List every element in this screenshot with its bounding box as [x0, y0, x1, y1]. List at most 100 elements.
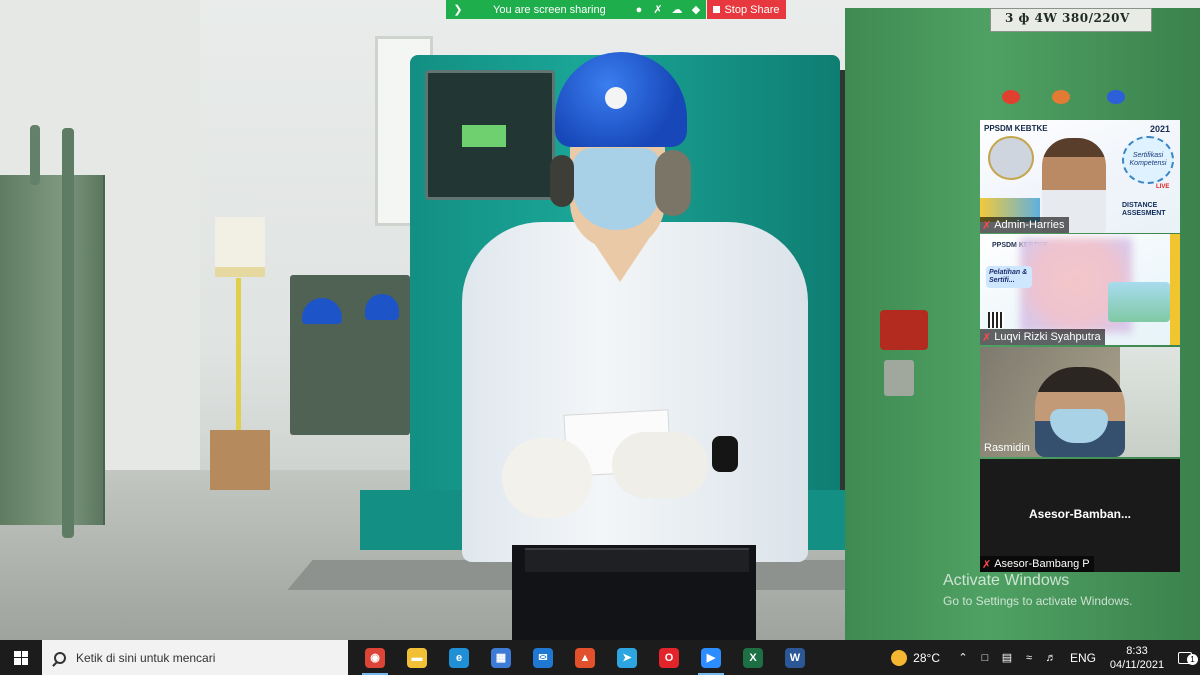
opera-icon: O — [659, 647, 679, 668]
participant-tile-admin-harries[interactable]: PPSDM KEBTKE 2021 Sertifikasi Kompetensi… — [980, 120, 1180, 233]
work-glove — [612, 432, 708, 498]
taskbar-app-excel[interactable]: X — [732, 640, 774, 675]
helmet-logo — [605, 87, 627, 109]
slide-year: 2021 — [1150, 124, 1171, 134]
taskbar-app-word[interactable]: W — [774, 640, 816, 675]
taskbar-app-opera[interactable]: O — [648, 640, 690, 675]
indicator-lamp — [1052, 90, 1070, 104]
file-explorer-icon: ▬ — [407, 647, 427, 668]
taskbar-app-file-explorer[interactable]: ▬ — [396, 640, 438, 675]
indicator-lamp — [1107, 90, 1125, 104]
excel-icon: X — [743, 647, 763, 668]
edge-icon: e — [449, 647, 469, 668]
participant-tile-rasmidin[interactable]: Rasmidin — [980, 347, 1180, 457]
system-tray: 28°C ⌃ □ ▤ ≈ ♬ ENG 8:33 04/11/2021 1 — [891, 640, 1200, 675]
participant-tile-asesor-bambang[interactable]: Asesor-Bamban... ✗ Asesor-Bambang P — [980, 459, 1180, 572]
taskbar: Ketik di sini untuk mencari ◉ ▬ e ▦ ✉ ▲ ➤ O ▶ X W … — [0, 640, 1200, 675]
ear-protector — [550, 155, 574, 207]
chrome-icon: ◉ — [365, 647, 385, 668]
search-icon — [54, 651, 66, 664]
clock[interactable]: 8:33 04/11/2021 — [1104, 644, 1170, 672]
cabinet-switch — [884, 360, 914, 396]
stored-helmet — [365, 294, 399, 320]
taskbar-apps: ◉ ▬ e ▦ ✉ ▲ ➤ O ▶ X W — [354, 640, 816, 675]
screen-sharing-label: You are screen sharing — [493, 3, 606, 16]
word-icon: W — [785, 647, 805, 668]
slide-caption: DISTANCE ASSESMENT — [1122, 202, 1166, 217]
taskbar-app-zoom[interactable]: ▶ — [690, 640, 732, 675]
pipe — [62, 128, 74, 538]
taskbar-app-chrome[interactable]: ◉ — [354, 640, 396, 675]
qr-code — [988, 312, 1004, 328]
activate-windows-title: Activate Windows — [943, 572, 1070, 589]
participant-name: Rasmidin — [984, 442, 1030, 454]
slide-title: Pelatihan & Sertifi... — [986, 266, 1032, 288]
volume-icon[interactable]: ♬ — [1040, 652, 1062, 664]
network-icon[interactable]: ▤ — [996, 651, 1018, 664]
share-tools: ● ✗ ☁ ◆ — [631, 0, 704, 19]
participant-name: Admin-Harries — [994, 219, 1065, 231]
participant-name-bar: ✗ Luqvi Rizki Syahputra — [980, 329, 1105, 345]
video-camera-icon[interactable]: □ — [974, 652, 996, 664]
search-placeholder: Ketik di sini untuk mencari — [76, 650, 216, 665]
stop-share-label: Stop Share — [724, 3, 780, 16]
pipe-cabinet — [0, 175, 105, 525]
control-display — [462, 125, 506, 147]
ear-protector — [655, 150, 691, 216]
live-badge: LIVE — [1156, 184, 1170, 190]
telegram-icon: ➤ — [617, 647, 637, 668]
background-window — [1120, 347, 1180, 457]
clock-date: 04/11/2021 — [1109, 658, 1165, 671]
face-mask — [572, 148, 662, 230]
mail-icon: ✉ — [533, 647, 553, 668]
microphone-icon[interactable]: ● — [631, 0, 647, 19]
language-indicator[interactable]: ENG — [1070, 651, 1096, 665]
mute-icon[interactable]: ✗ — [650, 0, 666, 19]
muted-mic-icon: ✗ — [982, 331, 992, 344]
drag-handle-icon[interactable]: ❯ — [450, 0, 466, 19]
taskbar-search-box[interactable]: Ketik di sini untuk mencari — [42, 640, 348, 675]
screen-sharing-bar[interactable]: ❯ You are screen sharing ● ✗ ☁ ◆ — [446, 0, 706, 19]
clock-time: 8:33 — [1126, 644, 1148, 657]
belt — [525, 548, 749, 572]
stop-share-button[interactable]: Stop Share — [707, 0, 786, 19]
work-glove — [502, 438, 592, 518]
taskbar-app-telegram[interactable]: ➤ — [606, 640, 648, 675]
participant-name: Luqvi Rizki Syahputra — [994, 331, 1101, 343]
pdf-reader-icon: ▲ — [575, 647, 595, 668]
stop-icon — [713, 6, 721, 13]
chevron-up-icon[interactable]: ⌃ — [952, 651, 974, 664]
indicator-lamp — [1002, 90, 1020, 104]
start-button[interactable] — [0, 640, 42, 675]
shield-icon[interactable]: ◆ — [688, 0, 704, 19]
windows-icon — [14, 650, 28, 665]
pole — [236, 278, 241, 438]
notification-count: 1 — [1187, 653, 1198, 665]
person-shirt — [462, 222, 808, 562]
muted-mic-icon: ✗ — [982, 558, 992, 571]
participant-tile-luqvi[interactable]: PPSDM KEBTKE Pelatihan & Sertifi... ✗ Lu… — [980, 234, 1180, 345]
weather-icon[interactable] — [891, 649, 908, 666]
microsoft-store-icon: ▦ — [491, 647, 511, 668]
taskbar-app-mail[interactable]: ✉ — [522, 640, 564, 675]
pipe — [30, 125, 40, 185]
taskbar-app-edge[interactable]: e — [438, 640, 480, 675]
cloud-icon[interactable]: ☁ — [669, 0, 685, 19]
participant-name: Asesor-Bambang P — [994, 558, 1090, 570]
taskbar-app-microsoft-store[interactable]: ▦ — [480, 640, 522, 675]
cardboard-box — [210, 430, 270, 490]
temperature[interactable]: 28°C — [913, 651, 940, 665]
notification-center-button[interactable]: 1 — [1170, 651, 1200, 665]
notice-board — [215, 217, 265, 277]
wifi-icon[interactable]: ≈ — [1018, 652, 1040, 664]
certification-badge: Sertifikasi Kompetensi — [1122, 136, 1174, 184]
cabinet-switch — [880, 310, 928, 350]
muted-mic-icon: ✗ — [982, 219, 992, 232]
participant-name-bar: ✗ Asesor-Bambang P — [980, 556, 1094, 572]
slide-decoration — [1170, 234, 1180, 345]
wrist-watch — [712, 436, 738, 472]
participant-display-name: Asesor-Bamban... — [1028, 507, 1132, 521]
nameplate-text: 3 ф 4W 380/220V — [1005, 11, 1130, 25]
taskbar-app-pdf-reader[interactable]: ▲ — [564, 640, 606, 675]
slide-illustration — [1108, 282, 1170, 322]
